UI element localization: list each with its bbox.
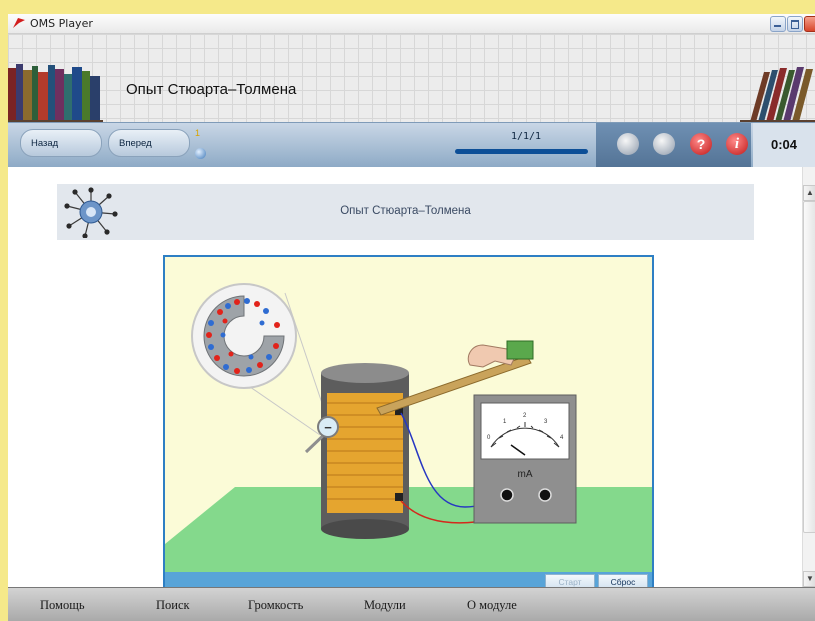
menu-search[interactable]: Поиск <box>156 598 190 613</box>
meter-dial <box>480 402 570 460</box>
maximize-button[interactable] <box>787 16 803 32</box>
bottom-menu: Помощь Поиск Громкость Модули О модуле <box>8 587 815 621</box>
scroll-up-arrow-icon[interactable]: ▲ <box>803 185 815 201</box>
navigation-bar: Назад Вперед 1 1/1/1 ? i 0:04 <box>8 122 815 168</box>
panel-title: Опыт Стюарта–Толмена <box>340 205 471 217</box>
content-area: Опыт Стюарта–Толмена − 0 1 2 3 4 mA Стар… <box>8 167 802 592</box>
title-bar: OMS Player <box>8 14 815 34</box>
books-illustration-right <box>740 67 815 122</box>
menu-volume[interactable]: Громкость <box>248 598 303 613</box>
panel-header: Опыт Стюарта–Толмена <box>57 184 754 240</box>
toolbar-icons: ? i <box>596 123 751 167</box>
electron-minus-sign: − <box>324 420 332 435</box>
meter-terminal-left <box>500 488 514 502</box>
back-button-label: Назад <box>31 137 59 149</box>
app-logo-icon <box>13 18 25 28</box>
page-number: 1 <box>195 128 201 138</box>
progress-label: 1/1/1 <box>510 131 542 142</box>
scrollbar-thumb[interactable] <box>803 201 815 533</box>
book-icon[interactable] <box>617 133 639 155</box>
menu-help[interactable]: Помощь <box>40 598 85 613</box>
module-header: Опыт Стюарта–Толмена <box>8 34 815 122</box>
progress-bar <box>455 149 588 154</box>
module-title: Опыт Стюарта–Толмена <box>126 81 297 98</box>
simulation-frame: − 0 1 2 3 4 mA Старт Сброс <box>163 255 654 592</box>
meter-unit-label: mA <box>518 469 533 480</box>
info-icon[interactable]: i <box>726 133 748 155</box>
menu-about-module[interactable]: О модуле <box>467 598 517 613</box>
print-icon[interactable] <box>653 133 675 155</box>
scroll-down-arrow-icon[interactable]: ▼ <box>803 571 815 587</box>
page-indicator-dot[interactable] <box>195 148 206 159</box>
forward-button-label: Вперед <box>119 137 152 149</box>
meter-terminal-right <box>538 488 552 502</box>
forward-button[interactable]: Вперед <box>108 129 190 157</box>
sleeve <box>506 340 534 360</box>
menu-modules[interactable]: Модули <box>364 598 406 613</box>
minimize-button[interactable] <box>770 16 786 32</box>
coil-terminal-bottom <box>395 493 403 501</box>
window-title: OMS Player <box>30 17 93 30</box>
coil-top <box>321 363 409 383</box>
stewart-tolman-illustration: − 0 1 2 3 4 mA <box>165 283 652 572</box>
timer: 0:04 <box>753 123 815 167</box>
oms-player-window: OMS Player Опыт Стюарта–Толмена Назад Вп… <box>8 14 815 621</box>
books-illustration-left <box>8 64 103 122</box>
vertical-scrollbar[interactable]: ▲ ▼ <box>802 167 815 587</box>
help-icon[interactable]: ? <box>690 133 712 155</box>
back-button[interactable]: Назад <box>20 129 102 157</box>
close-button[interactable] <box>804 16 815 32</box>
